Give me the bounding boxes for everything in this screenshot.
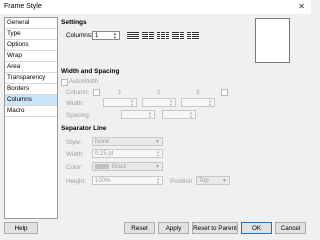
position-label: Position	[170, 178, 193, 185]
spin-arrows-icon[interactable]: ▲ ▼	[155, 177, 161, 185]
style-value: None	[95, 139, 110, 145]
help-button[interactable]: Help	[4, 222, 38, 234]
height-spinbox[interactable]: 100% ▲ ▼	[92, 176, 163, 185]
position-value: Top	[199, 178, 209, 184]
autowidth-checkbox[interactable]	[61, 79, 68, 86]
spin-arrows-icon[interactable]: ▲ ▼	[112, 32, 118, 40]
chevron-down-icon: ▼	[155, 164, 160, 170]
column-3-number: 3	[196, 89, 200, 96]
one-column-icon[interactable]	[127, 32, 139, 40]
column-3-width[interactable]: ▲ ▼	[181, 98, 215, 107]
page-preview	[255, 18, 290, 63]
spacing-1-2[interactable]: ▲ ▼	[121, 110, 155, 119]
height-label: Height:	[66, 178, 86, 185]
columns-label: Columns:	[66, 32, 93, 39]
line-width-value: 0.25 pt	[95, 151, 114, 157]
two-columns-icon[interactable]	[142, 32, 154, 40]
close-icon[interactable]: ✕	[298, 2, 305, 11]
separator-heading: Separator Line	[61, 125, 107, 132]
dialog-title: Frame Style	[4, 3, 42, 10]
tab-macro[interactable]: Macro	[5, 106, 57, 117]
width-label: Width:	[66, 100, 84, 107]
reset-to-parent-button[interactable]: Reset to Parent	[192, 222, 238, 234]
reset-button[interactable]: Reset	[124, 222, 155, 234]
width-spacing-heading: Width and Spacing	[61, 68, 120, 75]
line-width-spinbox[interactable]: 0.25 pt ▲ ▼	[92, 149, 163, 158]
column-1-number: 1	[118, 89, 122, 96]
autowidth-label: AutoWidth	[69, 78, 99, 85]
tab-type[interactable]: Type	[5, 29, 57, 40]
color-select[interactable]: Black ▼	[92, 162, 163, 171]
style-select[interactable]: None ▼	[92, 137, 163, 146]
frame-style-dialog: Frame Style ✕ General Type Options Wrap …	[0, 0, 311, 240]
ok-button[interactable]: OK	[241, 222, 272, 234]
right-wide-columns-icon[interactable]	[187, 32, 199, 40]
tab-wrap[interactable]: Wrap	[5, 51, 57, 62]
line-width-label: Width:	[66, 151, 84, 158]
column-1-width[interactable]: ▲ ▼	[103, 98, 137, 107]
spacing-2-3[interactable]: ▲ ▼	[162, 110, 196, 119]
tab-transparency[interactable]: Transparency	[5, 73, 57, 84]
column-presets	[127, 32, 199, 40]
color-label: Color:	[66, 164, 83, 171]
style-label: Style:	[66, 139, 82, 146]
left-wide-columns-icon[interactable]	[172, 32, 184, 40]
color-value: Black	[112, 164, 127, 170]
tab-borders[interactable]: Borders	[5, 84, 57, 95]
spacing-label: Spacing:	[66, 112, 91, 119]
column-next-arrow-icon[interactable]	[221, 89, 228, 96]
chevron-down-icon: ▼	[155, 139, 160, 145]
three-columns-icon[interactable]	[157, 32, 169, 40]
height-value: 100%	[95, 178, 111, 184]
chevron-down-icon: ▼	[222, 178, 227, 184]
column-label: Column:	[66, 89, 90, 96]
title-bar: Frame Style ✕	[0, 0, 311, 14]
cancel-button[interactable]: Cancel	[275, 222, 306, 234]
color-swatch	[95, 163, 109, 169]
apply-button[interactable]: Apply	[158, 222, 189, 234]
spin-arrows-icon[interactable]: ▲ ▼	[155, 150, 161, 158]
sidebar: General Type Options Wrap Area Transpare…	[4, 17, 58, 219]
columns-value: 1	[95, 33, 99, 39]
tab-area[interactable]: Area	[5, 62, 57, 73]
position-select[interactable]: Top ▼	[196, 176, 230, 185]
tab-general[interactable]: General	[5, 18, 57, 29]
column-2-number: 2	[157, 89, 161, 96]
column-prev-arrow-icon[interactable]	[93, 89, 100, 96]
columns-spinbox[interactable]: 1 ▲ ▼	[92, 31, 120, 40]
tab-options[interactable]: Options	[5, 40, 57, 51]
column-2-width[interactable]: ▲ ▼	[142, 98, 176, 107]
tab-columns[interactable]: Columns	[5, 95, 57, 106]
settings-heading: Settings	[61, 19, 87, 26]
